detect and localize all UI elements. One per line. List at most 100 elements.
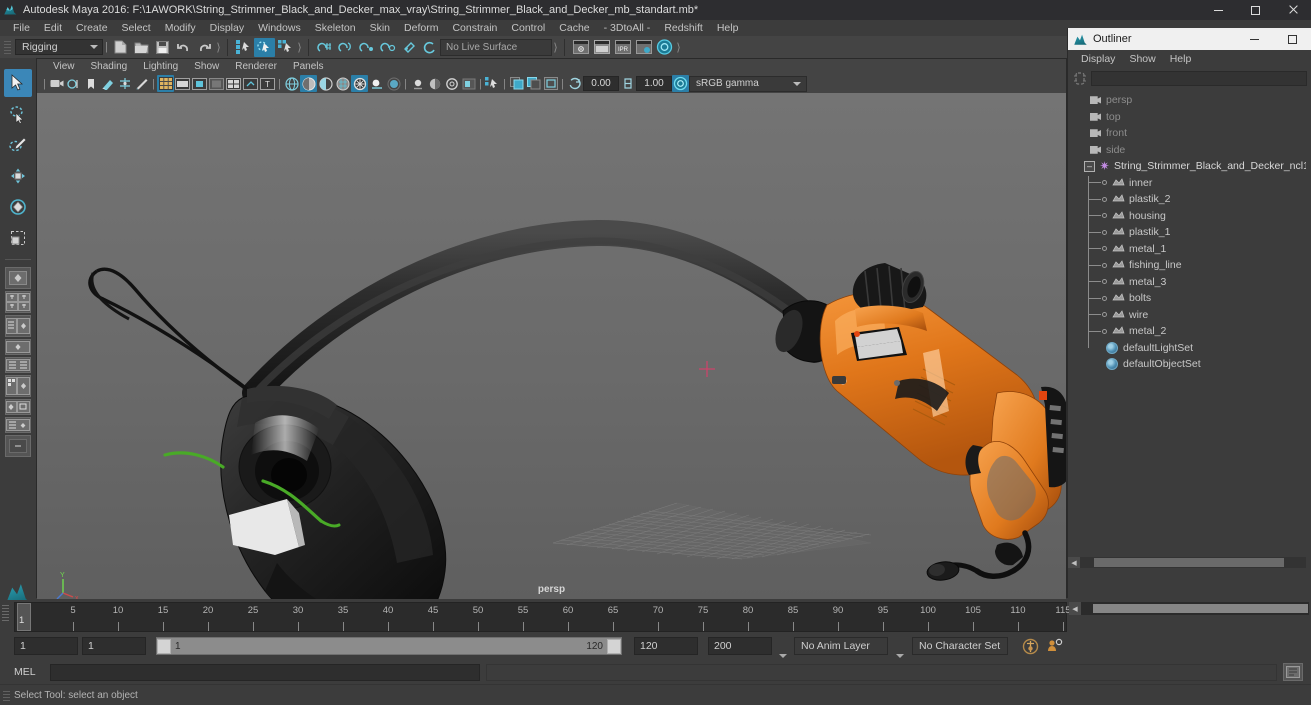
anim-layer-dropdown[interactable]: No Anim Layer	[794, 637, 888, 655]
lasso-select-tool[interactable]	[4, 100, 32, 128]
exposure-value[interactable]: 0.00	[583, 76, 619, 91]
scroll-left-arrow-icon[interactable]: ◀	[1068, 557, 1080, 568]
wireframe-icon[interactable]	[283, 75, 300, 92]
single-perspective-layout[interactable]	[5, 267, 31, 289]
multisample-icon[interactable]	[426, 75, 443, 92]
menu-edit[interactable]: Edit	[37, 20, 69, 36]
film-gate-icon[interactable]	[174, 75, 191, 92]
select-by-hierarchy-icon[interactable]	[233, 38, 254, 57]
scroll-thumb[interactable]	[1093, 604, 1308, 613]
make-live-icon[interactable]	[419, 38, 440, 57]
maximize-button[interactable]	[1237, 0, 1274, 20]
grid-toggle-icon[interactable]	[157, 75, 174, 92]
playback-end-field[interactable]: 120	[634, 637, 698, 655]
character-set-dropdown[interactable]: No Character Set	[912, 637, 1008, 655]
live-surface-field[interactable]: No Live Surface	[440, 38, 552, 56]
outliner-item-top[interactable]: top	[1068, 109, 1306, 126]
menu-create[interactable]: Create	[69, 20, 115, 36]
outliner-item-housing[interactable]: housing	[1068, 208, 1306, 225]
bookmark-icon[interactable]	[82, 75, 99, 92]
menu-help[interactable]: Help	[710, 20, 746, 36]
animation-end-field[interactable]: 200	[708, 637, 772, 655]
menu-modify[interactable]: Modify	[158, 20, 203, 36]
smooth-shade-icon[interactable]	[300, 75, 317, 92]
two-sided-lighting-icon[interactable]	[65, 75, 82, 92]
new-scene-icon[interactable]	[110, 38, 131, 57]
two-panes-stacked-layout[interactable]	[5, 339, 31, 355]
outliner-menu-show[interactable]: Show	[1122, 50, 1162, 68]
outliner-item-plastik-2[interactable]: plastik_2	[1068, 191, 1306, 208]
exposure-reset-icon[interactable]	[566, 75, 583, 92]
hypershade-persp-layout[interactable]	[5, 375, 31, 397]
gamma-value[interactable]: 1.00	[636, 76, 672, 91]
outliner-item-metal-3[interactable]: metal_3	[1068, 274, 1306, 291]
snap-to-grid-icon[interactable]	[314, 38, 335, 57]
snap-to-point-icon[interactable]	[356, 38, 377, 57]
menu-redshift[interactable]: Redshift	[657, 20, 710, 36]
render-settings-icon[interactable]	[633, 38, 654, 57]
outliner-tree[interactable]: persp top front side – ✷ String_Strimmer…	[1068, 88, 1306, 574]
move-tool[interactable]	[4, 162, 32, 190]
timeline-range-scrollbar[interactable]: ◀	[1069, 602, 1309, 615]
shaded-wireframe-icon[interactable]	[317, 75, 334, 92]
viewport-menu-lighting[interactable]: Lighting	[135, 59, 186, 74]
helpline-grip[interactable]	[3, 689, 10, 703]
isolate-selected-objects-icon[interactable]	[508, 75, 525, 92]
command-input[interactable]	[50, 663, 480, 681]
resolution-gate-icon[interactable]	[191, 75, 208, 92]
texture-icon[interactable]: T	[259, 75, 276, 92]
gate-mask-icon[interactable]	[208, 75, 225, 92]
use-all-lights-icon[interactable]	[351, 75, 368, 92]
outliner-menu-help[interactable]: Help	[1163, 50, 1199, 68]
duplicate-view-icon[interactable]	[525, 75, 542, 92]
isolate-select-icon[interactable]	[460, 75, 477, 92]
outliner-item-wire[interactable]: wire	[1068, 307, 1306, 324]
image-plane-icon[interactable]	[99, 75, 116, 92]
view-cube-icon[interactable]	[542, 75, 559, 92]
outliner-item-metal-1[interactable]: metal_1	[1068, 241, 1306, 258]
shadows-icon[interactable]	[368, 75, 385, 92]
open-scene-icon[interactable]	[131, 38, 152, 57]
timeline-grip[interactable]	[2, 603, 9, 629]
scroll-left-arrow-icon[interactable]: ◀	[1069, 602, 1081, 615]
persp-two-panel-layout[interactable]	[5, 417, 31, 433]
snap-to-view-plane-icon[interactable]	[398, 38, 419, 57]
outliner-item-inner[interactable]: inner	[1068, 175, 1306, 192]
menu-display[interactable]: Display	[203, 20, 251, 36]
outliner-item-default-light-set[interactable]: defaultLightSet	[1068, 340, 1306, 357]
outliner-item-metal-2[interactable]: metal_2	[1068, 323, 1306, 340]
outliner-menu-display[interactable]: Display	[1074, 50, 1122, 68]
menu-select[interactable]: Select	[115, 20, 158, 36]
textured-icon[interactable]	[334, 75, 351, 92]
chevron-down-icon[interactable]	[779, 654, 787, 658]
depth-of-field-icon[interactable]	[443, 75, 460, 92]
outliner-persp-layout[interactable]	[5, 357, 31, 373]
minimized-layout[interactable]	[5, 435, 31, 457]
outliner-item-bolts[interactable]: bolts	[1068, 290, 1306, 307]
redo-icon[interactable]	[194, 38, 215, 57]
outliner-search-input[interactable]	[1091, 70, 1307, 86]
menu-file[interactable]: File	[6, 20, 37, 36]
outliner-item-fishing-line[interactable]: fishing_line	[1068, 257, 1306, 274]
select-tool[interactable]	[4, 69, 32, 97]
camera-attributes-icon[interactable]	[48, 75, 65, 92]
outliner-filter-icon[interactable]	[1072, 70, 1088, 86]
two-panes-side-layout[interactable]	[5, 315, 31, 337]
undo-icon[interactable]	[173, 38, 194, 57]
scale-tool[interactable]	[4, 224, 32, 252]
xray-joints-icon[interactable]	[484, 75, 501, 92]
ipr-render-icon[interactable]: IPR	[612, 38, 633, 57]
range-end-field[interactable]: 1	[82, 637, 146, 655]
outliner-maximize-button[interactable]	[1273, 28, 1311, 50]
expander-collapse-icon[interactable]: –	[1084, 160, 1095, 172]
close-button[interactable]	[1274, 0, 1311, 20]
script-editor-icon[interactable]	[1283, 663, 1303, 681]
menu-set-dropdown[interactable]: Rigging	[15, 39, 103, 55]
rotate-tool[interactable]	[4, 193, 32, 221]
statusline-grip[interactable]	[4, 39, 11, 56]
snap-to-projected-center-icon[interactable]	[377, 38, 398, 57]
scroll-thumb[interactable]	[1094, 558, 1284, 567]
select-by-component-icon[interactable]	[275, 38, 296, 57]
range-start-field[interactable]: 1	[14, 637, 78, 655]
viewport-menu-panels[interactable]: Panels	[285, 59, 332, 74]
